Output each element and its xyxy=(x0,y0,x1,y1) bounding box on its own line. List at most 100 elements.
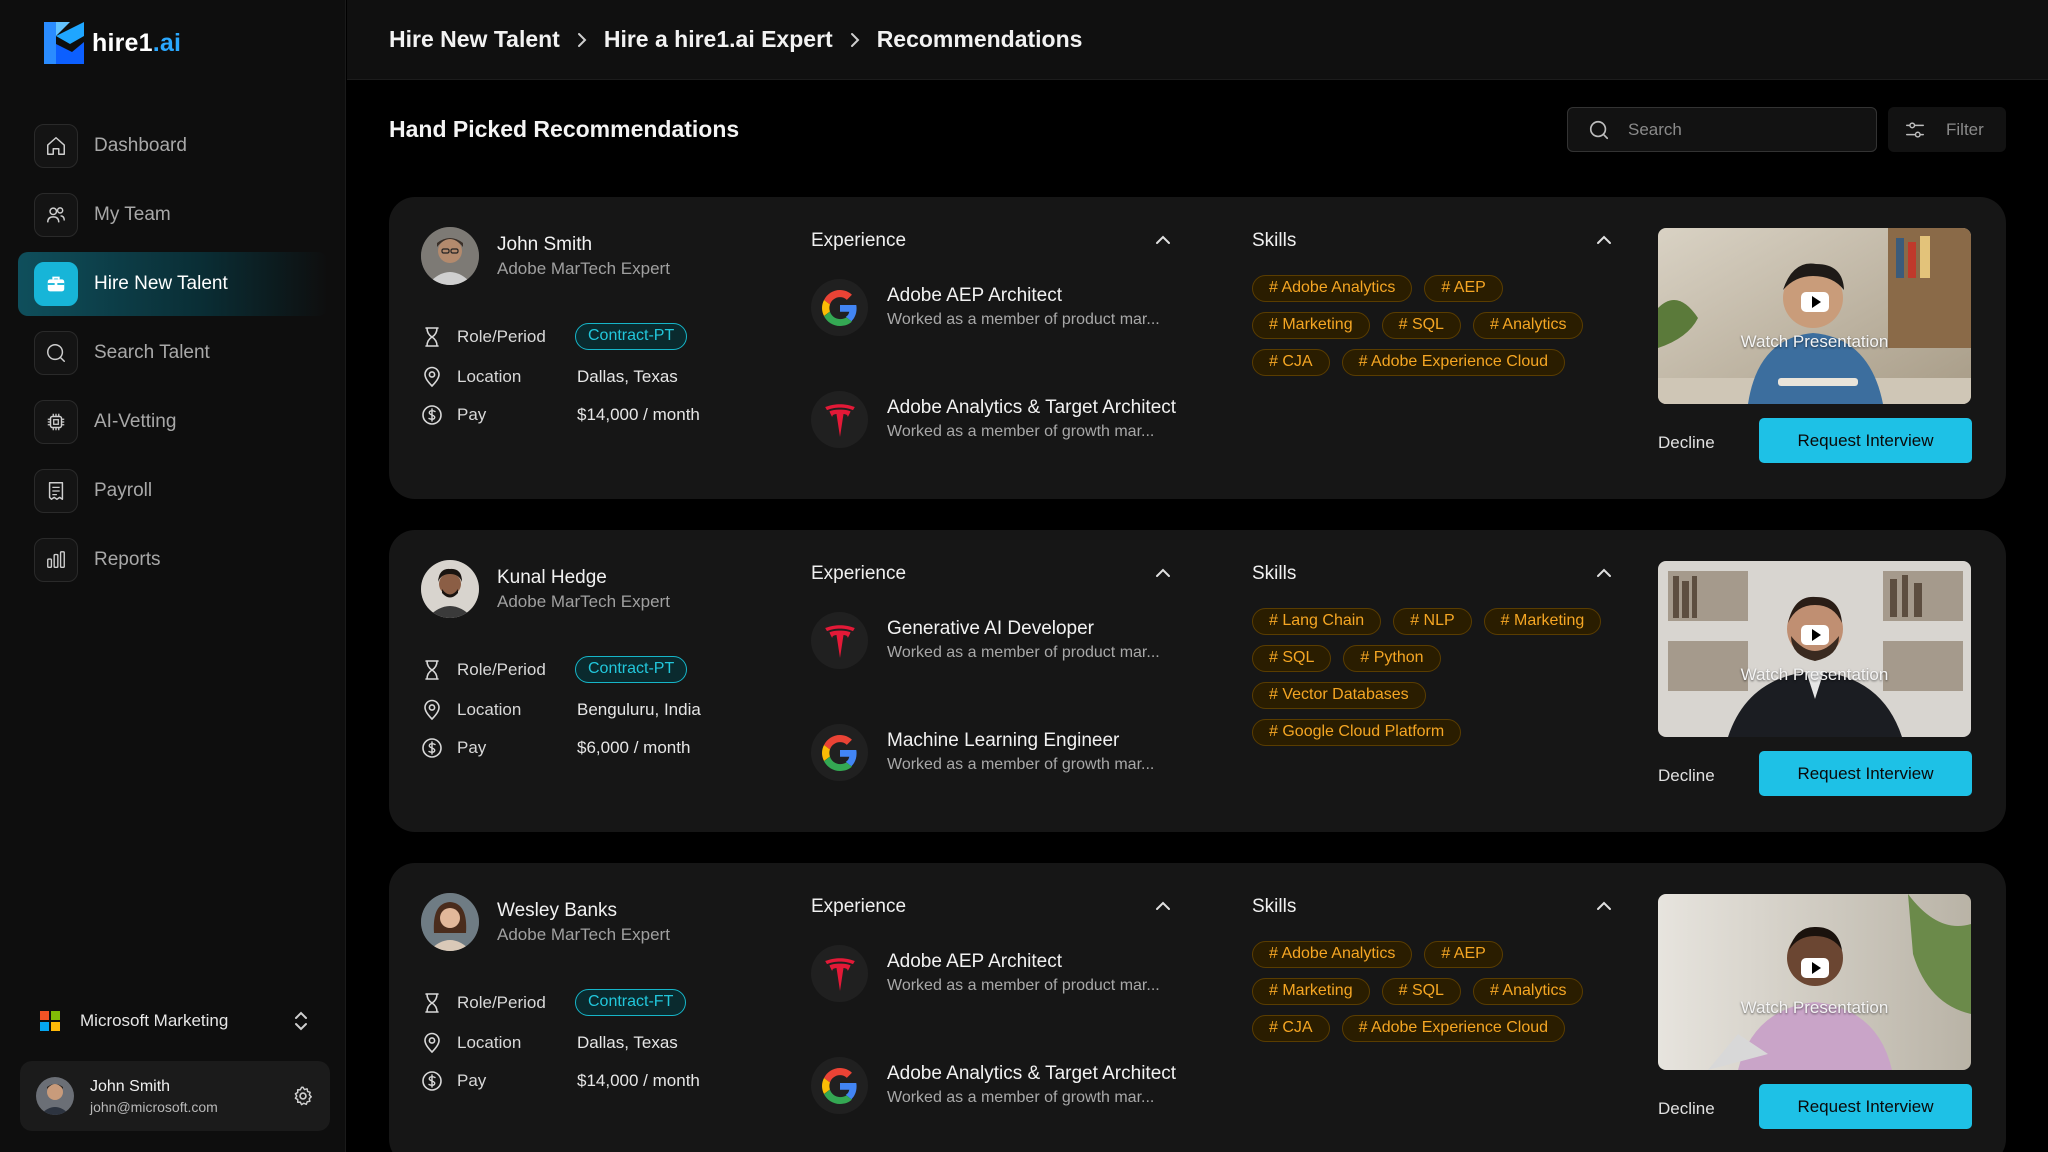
contract-badge: Contract-PT xyxy=(575,656,688,683)
decline-button[interactable]: Decline xyxy=(1658,1099,1715,1119)
skill-tag[interactable]: # Python xyxy=(1343,645,1441,672)
chevron-up-icon[interactable] xyxy=(1595,233,1613,251)
dollar-icon xyxy=(421,1070,443,1092)
skill-tag[interactable]: # SQL xyxy=(1252,645,1332,672)
request-interview-button[interactable]: Request Interview xyxy=(1759,418,1972,463)
experience-item[interactable]: Adobe Analytics & Target Architect Worked… xyxy=(811,391,1211,451)
filter-button[interactable]: Filter xyxy=(1888,107,2006,152)
sidebar-item-dashboard[interactable]: Dashboard xyxy=(18,114,328,178)
chevron-up-icon[interactable] xyxy=(1595,566,1613,584)
chevron-up-icon[interactable] xyxy=(1154,233,1172,251)
location-pin-icon xyxy=(421,366,443,388)
experience-description: Worked as a member of growth mar... xyxy=(887,756,1155,773)
app-logo[interactable]: hire1.ai xyxy=(42,22,181,64)
experience-description: Worked as a member of product mar... xyxy=(887,311,1160,328)
skill-tag[interactable]: # AEP xyxy=(1424,275,1503,302)
decline-button[interactable]: Decline xyxy=(1658,766,1715,786)
skill-tag[interactable]: # Marketing xyxy=(1252,312,1370,339)
sidebar-item-hire-new-talent[interactable]: Hire New Talent xyxy=(18,252,328,316)
skill-tag[interactable]: # Analytics xyxy=(1472,978,1584,1005)
hourglass-icon xyxy=(421,659,443,681)
experience-description: Worked as a member of growth mar... xyxy=(887,1089,1155,1106)
users-icon xyxy=(34,193,78,237)
tesla-logo-icon xyxy=(811,612,868,669)
skill-tag[interactable]: # AEP xyxy=(1424,941,1503,968)
google-logo-icon xyxy=(811,1057,868,1114)
dollar-icon xyxy=(421,737,443,759)
location-pin-icon xyxy=(421,1032,443,1054)
skill-tag[interactable]: # SQL xyxy=(1381,312,1461,339)
avatar xyxy=(421,560,479,618)
search-input[interactable] xyxy=(1628,119,1868,140)
presentation-video[interactable]: Watch Presentation xyxy=(1658,228,1971,404)
sidebar-item-label: AI-Vetting xyxy=(94,411,177,432)
presentation-video[interactable]: Watch Presentation xyxy=(1658,561,1971,737)
role-row: Role/Period Contract-PT xyxy=(421,656,688,684)
experience-item[interactable]: Generative AI Developer Worked as a membe… xyxy=(811,612,1211,672)
play-icon xyxy=(1801,958,1829,978)
presentation-video[interactable]: Watch Presentation xyxy=(1658,894,1971,1070)
org-name: Microsoft Marketing xyxy=(80,1011,229,1030)
location-value: Benguluru, India xyxy=(577,700,701,719)
skill-tag[interactable]: # Lang Chain xyxy=(1252,608,1382,635)
sliders-icon xyxy=(1906,121,1924,138)
pay-value: $14,000 / month xyxy=(577,405,700,424)
sidebar-item-reports[interactable]: Reports xyxy=(18,528,328,592)
skill-tag[interactable]: # CJA xyxy=(1252,1015,1330,1042)
chevron-up-down-icon[interactable] xyxy=(292,1010,310,1032)
skill-tag[interactable]: # Marketing xyxy=(1252,978,1370,1005)
role-row: Role/Period Contract-FT xyxy=(421,989,687,1017)
decline-button[interactable]: Decline xyxy=(1658,433,1715,453)
location-label: Location xyxy=(457,1033,522,1052)
sidebar-item-search-talent[interactable]: Search Talent xyxy=(18,321,328,385)
skill-tag[interactable]: # Adobe Analytics xyxy=(1252,941,1413,968)
avatar xyxy=(36,1077,74,1115)
chevron-up-icon[interactable] xyxy=(1154,899,1172,917)
skill-tag[interactable]: # Marketing xyxy=(1483,608,1602,635)
chevron-up-icon[interactable] xyxy=(1154,566,1172,584)
skill-tag[interactable]: # Vector Databases xyxy=(1252,682,1426,709)
experience-item[interactable]: Adobe AEP Architect Worked as a member of… xyxy=(811,945,1211,1005)
request-interview-button[interactable]: Request Interview xyxy=(1759,751,1972,796)
candidate-card: Wesley Banks Adobe MarTech Expert Role/Per… xyxy=(389,863,2006,1152)
skill-tag[interactable]: # Adobe Analytics xyxy=(1252,275,1413,302)
contract-badge: Contract-PT xyxy=(575,323,688,350)
location-value: Dallas, Texas xyxy=(577,1033,678,1052)
skill-tag[interactable]: # NLP xyxy=(1393,608,1472,635)
role-label: Role/Period xyxy=(457,327,546,346)
bar-chart-icon xyxy=(34,538,78,582)
search-box[interactable] xyxy=(1567,107,1877,152)
sidebar-item-label: Dashboard xyxy=(94,135,187,156)
sidebar-item-my-team[interactable]: My Team xyxy=(18,183,328,247)
sidebar-item-ai-vetting[interactable]: AI-Vetting xyxy=(18,390,328,454)
sidebar-item-label: Reports xyxy=(94,549,161,570)
breadcrumb-item-hire-expert[interactable]: Hire a hire1.ai Expert xyxy=(604,26,833,53)
pay-label: Pay xyxy=(457,405,487,424)
skill-tag[interactable]: # SQL xyxy=(1381,978,1461,1005)
briefcase-icon xyxy=(34,262,78,306)
experience-item[interactable]: Machine Learning Engineer Worked as a mem… xyxy=(811,724,1211,784)
play-icon xyxy=(1801,292,1829,312)
dollar-icon xyxy=(421,404,443,426)
experience-item[interactable]: Adobe Analytics & Target Architect Worked… xyxy=(811,1057,1211,1117)
chevron-up-icon[interactable] xyxy=(1595,899,1613,917)
user-email: john@microsoft.com xyxy=(90,1098,218,1115)
skill-tag[interactable]: # Google Cloud Platform xyxy=(1252,719,1462,746)
experience-item[interactable]: Adobe AEP Architect Worked as a member of… xyxy=(811,279,1211,339)
chip-icon xyxy=(34,400,78,444)
page-title: Hand Picked Recommendations xyxy=(389,116,740,142)
tesla-logo-icon xyxy=(811,945,868,1002)
pay-value: $14,000 / month xyxy=(577,1071,700,1090)
breadcrumb-item-hire-new-talent[interactable]: Hire New Talent xyxy=(389,26,560,53)
skill-tag[interactable]: # Analytics xyxy=(1472,312,1584,339)
org-switcher[interactable]: Microsoft Marketing xyxy=(40,1003,310,1039)
skill-tag[interactable]: # Adobe Experience Cloud xyxy=(1341,1015,1566,1042)
breadcrumb: Hire New Talent Hire a hire1.ai Expert R… xyxy=(347,0,2048,80)
skill-tag[interactable]: # CJA xyxy=(1252,349,1330,376)
sidebar-item-payroll[interactable]: Payroll xyxy=(18,459,328,523)
gear-icon[interactable] xyxy=(292,1085,314,1107)
candidate-card: Kunal Hedge Adobe MarTech Expert Role/Peri… xyxy=(389,530,2006,832)
request-interview-button[interactable]: Request Interview xyxy=(1759,1084,1972,1129)
user-card[interactable]: John Smith john@microsoft.com xyxy=(20,1061,330,1131)
skill-tag[interactable]: # Adobe Experience Cloud xyxy=(1341,349,1566,376)
